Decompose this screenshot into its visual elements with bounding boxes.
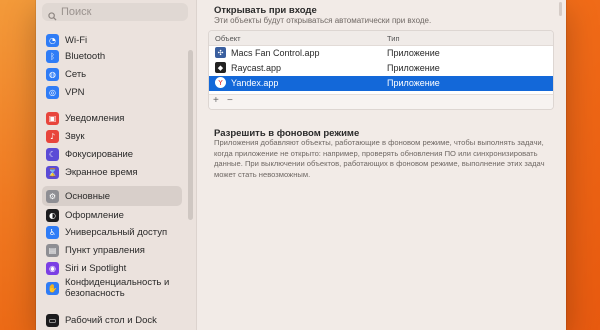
table-header: Объект Тип [209,31,553,46]
sidebar-item-accessibility[interactable]: ♿ Универсальный доступ [42,222,182,242]
sidebar-item-label: Сеть [65,68,87,80]
macs-fan-control-icon: ✣ [215,47,226,58]
content-scrollbar[interactable] [559,2,562,16]
vpn-icon: ◎ [46,85,59,99]
sidebar-item-control-center[interactable]: ▤ Пункт управления [42,240,182,260]
sidebar-item-network[interactable]: ◍ Сеть [42,64,182,84]
background-description: Приложения добавляют объекты, работающие… [214,138,545,179]
column-type[interactable]: Тип [387,34,400,43]
sidebar-item-label: Фокусирование [65,148,134,160]
login-items-subtitle: Эти объекты будут открываться автоматиче… [214,16,432,25]
notifications-icon: ▣ [46,111,59,125]
remove-button[interactable]: − [227,95,233,106]
table-row[interactable]: ✣ Macs Fan Control.app Приложение [209,46,553,61]
sidebar-item-bluetooth[interactable]: ᛒ Bluetooth [42,46,182,66]
sidebar-item-label: Уведомления [65,112,125,124]
row-name: Macs Fan Control.app [231,48,320,58]
screen-time-icon: ⌛ [46,165,59,179]
desktop-dock-icon: ▭ [46,313,59,327]
login-items-pane: Открывать при входе Эти объекты будут от… [196,0,566,330]
sidebar-item-screen-time[interactable]: ⌛ Экранное время [42,162,182,182]
search-input[interactable] [61,6,171,18]
sidebar-item-label: Пункт управления [65,244,145,256]
raycast-icon: ◆ [215,62,226,73]
login-items-title: Открывать при входе [214,5,317,16]
sidebar-item-label: Bluetooth [65,50,106,62]
sidebar-item-general[interactable]: ⚙ Основные [42,186,182,206]
sidebar-item-label: Конфиденциальность и безопасность [65,277,170,299]
add-button[interactable]: + [213,95,219,106]
row-name: Raycast.app [231,63,282,73]
sidebar-item-privacy[interactable]: ✋ Конфиденциальность и безопасность [42,275,182,301]
sidebar-item-vpn[interactable]: ◎ VPN [42,82,182,102]
control-center-icon: ▤ [46,243,59,257]
sidebar-item-notifications[interactable]: ▣ Уведомления [42,108,182,128]
row-name: Yandex.app [231,78,279,88]
search-field[interactable] [42,3,188,21]
sidebar-item-sound[interactable]: ♪ Звук [42,126,182,146]
table-row[interactable]: ◆ Raycast.app Приложение [209,61,553,76]
column-object[interactable]: Объект [215,34,241,43]
sidebar-item-label: Wi-Fi [65,34,88,46]
sidebar-item-focus[interactable]: ☾ Фокусирование [42,144,182,164]
network-icon: ◍ [46,67,59,81]
sidebar-item-label: Основные [65,190,111,202]
system-settings-window: ◔ Wi-Fi ᛒ Bluetooth ◍ Сеть ◎ VPN ▣ Уведомления ♪ Зв… [36,0,566,330]
yandex-icon: Y [215,77,226,88]
sidebar-item-label: Универсальный доступ [65,226,168,238]
desktop-wallpaper [0,0,36,330]
bluetooth-icon: ᛒ [46,49,59,63]
sidebar-item-label: Экранное время [65,166,138,178]
sidebar-item-desktop-dock[interactable]: ▭ Рабочий стол и Dock [42,310,182,330]
login-items-table: Объект Тип ✣ Macs Fan Control.app Приложен… [208,30,554,110]
wifi-icon: ◔ [46,33,59,47]
general-icon: ⚙ [46,189,59,203]
sidebar-item-label: Рабочий стол и Dock [65,314,157,326]
row-type: Приложение [387,63,440,73]
privacy-icon: ✋ [46,281,59,295]
accessibility-icon: ♿ [46,225,59,239]
focus-icon: ☾ [46,147,59,161]
table-row[interactable]: Y Yandex.app Приложение [209,76,553,91]
sidebar-item-label: VPN [65,86,85,98]
sidebar-scrollbar[interactable] [188,50,193,220]
search-icon [48,8,57,21]
sidebar-item-label: Звук [65,130,85,142]
sidebar: ◔ Wi-Fi ᛒ Bluetooth ◍ Сеть ◎ VPN ▣ Уведомления ♪ Зв… [36,0,197,330]
table-footer: + − [209,94,553,109]
sound-icon: ♪ [46,129,59,143]
sidebar-item-label: Siri и Spotlight [65,262,127,274]
row-type: Приложение [387,48,440,58]
row-type: Приложение [387,78,440,88]
sidebar-item-label: Оформление [65,209,124,221]
appearance-icon: ◐ [46,208,59,222]
siri-icon: ◉ [46,261,59,275]
